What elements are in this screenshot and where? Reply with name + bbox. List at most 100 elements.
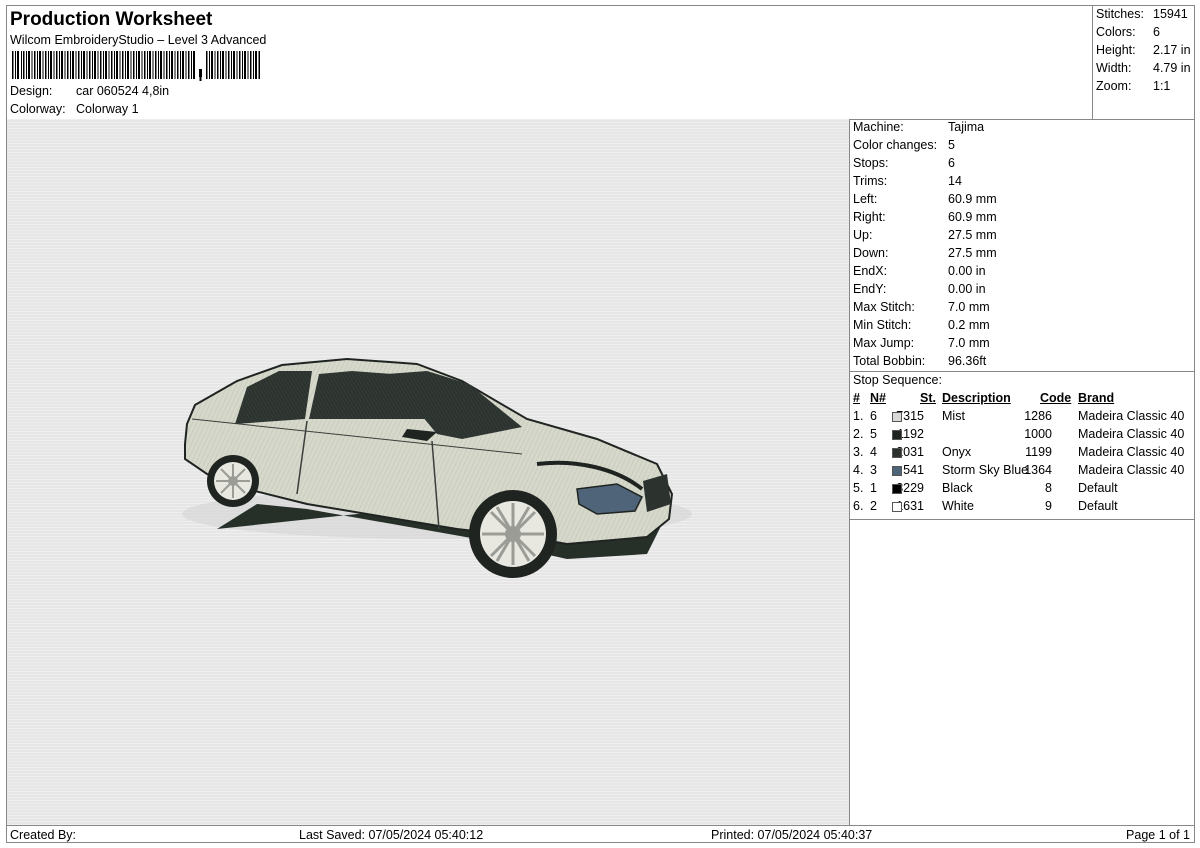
info-label: Color changes: [853,138,938,152]
colorway-value: Colorway 1 [76,102,139,116]
stop-needle: 6 [870,409,877,423]
worksheet-footer: Created By: Last Saved: 07/05/2024 05:40… [7,825,1194,844]
info-value: 0.00 in [948,282,986,296]
stop-sequence-title: Stop Sequence: [853,373,942,387]
car-embroidery-image [182,357,692,578]
thread-color-swatch [892,448,902,458]
stop-num: 1. [853,409,864,423]
summary-value: 2.17 in [1153,43,1191,57]
stop-code: 8 [1045,481,1052,495]
info-label: Max Stitch: [853,300,915,314]
summary-label: Zoom: [1096,79,1132,93]
col-description: Description [942,391,1011,405]
info-value: 27.5 mm [948,246,997,260]
col-code: Code [1040,391,1072,405]
info-label: Down: [853,246,889,260]
stop-needle: 5 [870,427,877,441]
info-value: 14 [948,174,962,188]
info-label: Min Stitch: [853,318,912,332]
summary-label: Colors: [1096,25,1136,39]
info-value: 7.0 mm [948,336,990,350]
stop-num: 6. [853,499,864,513]
info-label: Left: [853,192,878,206]
stop-needle: 1 [870,481,877,495]
info-value: 27.5 mm [948,228,997,242]
col-st: St. [920,391,936,405]
barcode [12,51,260,81]
summary-panel: Stitches: 15941 Colors: 6 Height: 2.17 in W… [1092,6,1195,119]
last-saved: Last Saved: 07/05/2024 05:40:12 [299,828,484,842]
info-label: Max Jump: [853,336,915,350]
design-row: Design: car 060524 4,8in [10,84,169,98]
stop-table-bottom [850,519,1194,520]
stop-brand: Madeira Classic 40 [1078,409,1185,423]
info-label: Right: [853,210,886,224]
software-name: Wilcom EmbroideryStudio – Level 3 Advanc… [10,33,267,47]
worksheet-frame: Production Worksheet Wilcom EmbroiderySt… [6,5,1195,843]
worksheet-header: Production Worksheet Wilcom EmbroiderySt… [7,6,1092,119]
info-label: EndY: [853,282,887,296]
thread-color-swatch [892,466,902,476]
stop-description: Black [942,481,973,495]
info-value: 7.0 mm [948,300,990,314]
info-label: Trims: [853,174,888,188]
stop-num: 2. [853,427,864,441]
info-label: Machine: [853,120,904,134]
worksheet-title: Production Worksheet [10,9,213,30]
info-label: Up: [853,228,873,242]
stop-needle: 4 [870,445,877,459]
summary-value: 15941 [1153,7,1188,21]
printed-date: Printed: 07/05/2024 05:40:37 [711,828,873,842]
stop-code: 1364 [1024,463,1052,477]
stop-brand: Madeira Classic 40 [1078,427,1185,441]
created-by: Created By: [10,828,77,842]
page-number: Page 1 of 1 [1126,828,1190,842]
summary-value: 4.79 in [1153,61,1191,75]
stop-num: 3. [853,445,864,459]
stop-code: 1286 [1024,409,1052,423]
stop-brand: Default [1078,499,1118,513]
thread-color-swatch [892,430,902,440]
stop-description: Mist [942,409,965,423]
info-divider [850,371,1194,372]
stop-description: Onyx [942,445,972,459]
info-value: 0.00 in [948,264,986,278]
info-value: 6 [948,156,955,170]
col-num: # [853,391,860,405]
colorway-label: Colorway: [10,102,66,116]
stop-brand: Default [1078,481,1118,495]
stop-code: 1000 [1024,427,1052,441]
stop-num: 4. [853,463,864,477]
stop-num: 5. [853,481,864,495]
stop-brand: Madeira Classic 40 [1078,445,1185,459]
stop-needle: 2 [870,499,877,513]
info-label: Stops: [853,156,889,170]
summary-value: 6 [1153,25,1160,39]
design-label: Design: [10,84,53,98]
stop-description: White [942,499,974,513]
info-label: EndX: [853,264,888,278]
design-preview [7,119,850,825]
summary-value: 1:1 [1153,79,1171,93]
thread-color-swatch [892,412,902,422]
summary-label: Height: [1096,43,1136,57]
summary-label: Width: [1096,61,1132,75]
info-value: 60.9 mm [948,192,997,206]
stop-needle: 3 [870,463,877,477]
colorway-row: Colorway: Colorway 1 [10,102,139,116]
info-value: Tajima [948,120,985,134]
stop-code: 1199 [1025,445,1052,459]
info-value: 5 [948,138,955,152]
col-brand: Brand [1078,391,1115,405]
col-n: N# [870,391,886,405]
info-value: 60.9 mm [948,210,997,224]
thread-color-swatch [892,502,902,512]
info-value: 0.2 mm [948,318,990,332]
design-value: car 060524 4,8in [76,84,170,98]
stop-code: 9 [1045,499,1052,513]
stop-description: Storm Sky Blue [942,463,1029,477]
summary-label: Stitches: [1096,7,1144,21]
info-label: Total Bobbin: [853,354,926,368]
info-value: 96.36ft [948,354,987,368]
thread-color-swatch [892,484,902,494]
